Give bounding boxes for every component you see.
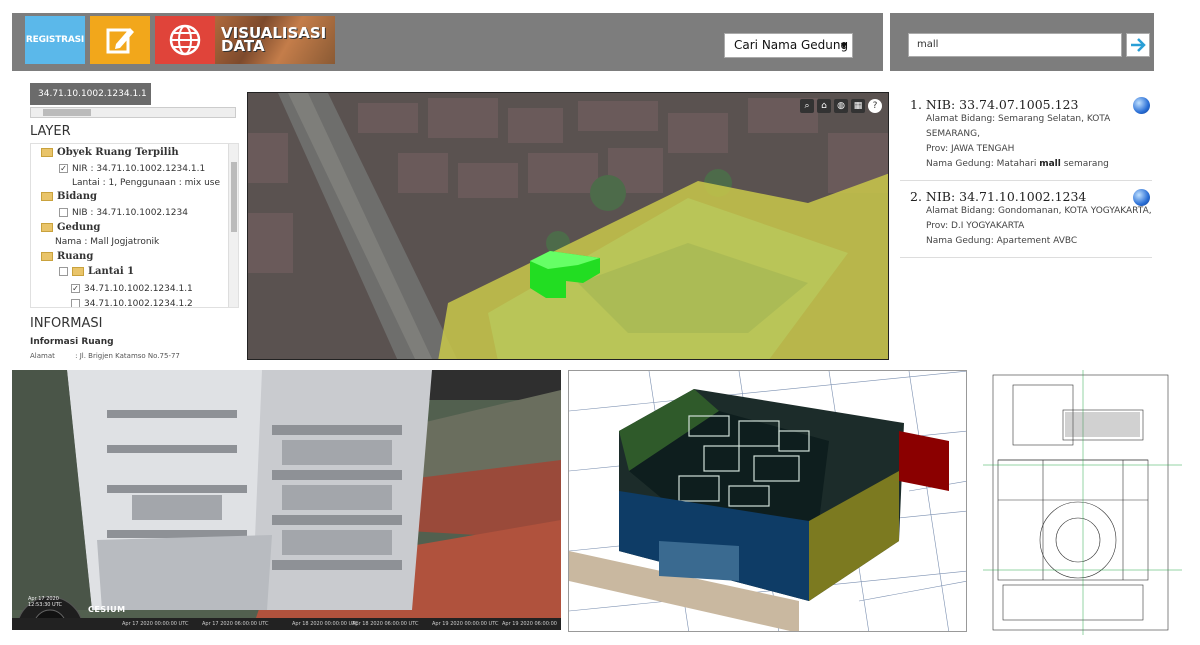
result-nib[interactable]: 2. NIB: 34.71.10.1002.1234 <box>910 189 1152 204</box>
tree-node-obyek[interactable]: Obyek Ruang Terpilih <box>41 147 179 158</box>
chevron-down-icon: ▼ <box>840 41 847 50</box>
folder-icon <box>72 267 84 276</box>
cesium-clock-date: Apr 17 2020 12:53:30 UTC <box>28 596 62 608</box>
search-bar: mall <box>890 13 1154 71</box>
result-alamat: Alamat Bidang: Gondomanan, KOTA YOGYAKAR… <box>926 206 1152 216</box>
result-item[interactable]: 1. NIB: 33.74.07.1005.123 Alamat Bidang:… <box>900 95 1152 181</box>
layer-tree: Obyek Ruang Terpilih ✓ NIR : 34.71.10.100… <box>30 143 239 308</box>
result-gedung: Nama Gedung: Matahari mall semarang <box>926 159 1109 169</box>
visualisasi-data-button[interactable]: VISUALISASI DATA <box>215 16 335 64</box>
edit-button[interactable] <box>90 16 150 64</box>
globe-button[interactable] <box>155 16 215 64</box>
registrasi-button[interactable]: REGISTRASI <box>25 16 85 64</box>
tree-leaf-ruang-2[interactable]: 34.71.10.1002.1234.1.2 <box>71 299 193 307</box>
result-item[interactable]: 2. NIB: 34.71.10.1002.1234 Alamat Bidang… <box>900 187 1152 258</box>
help-icon[interactable]: ? <box>868 99 882 113</box>
search-submit-button[interactable] <box>1126 33 1150 57</box>
top-toolbar: REGISTRASI VISUALISASI DATA Cari Nama Ge… <box>12 13 883 71</box>
tree-node-ruang[interactable]: Ruang <box>41 251 93 262</box>
informasi-alamat-row: Alamat : Jl. Brigjen Katamso No.75-77 <box>30 352 180 360</box>
result-gedung: Nama Gedung: Apartement AVBC <box>926 236 1078 246</box>
scrollbar-thumb[interactable] <box>43 109 91 116</box>
building-model-image <box>12 370 561 630</box>
folder-icon <box>41 252 53 261</box>
folder-icon <box>41 223 53 232</box>
layer-heading: LAYER <box>30 124 71 139</box>
google-earth-icon[interactable] <box>1133 189 1150 206</box>
tree-node-lantai[interactable]: Lantai 1 <box>59 266 134 277</box>
informasi-ruang-subheading: Informasi Ruang <box>30 337 114 347</box>
informasi-heading: INFORMASI <box>30 316 103 331</box>
checkbox[interactable] <box>59 267 68 276</box>
satellite-map-image <box>248 93 888 359</box>
tree-leaf-ruang-1[interactable]: ✓ 34.71.10.1002.1234.1.1 <box>71 284 193 294</box>
checkbox[interactable] <box>71 299 80 307</box>
zoom-icon[interactable]: ⌕ <box>800 99 814 113</box>
cesium-3d-building-viewer[interactable]: Apr 17 2020 12:53:30 UTC CESIUM Apr 17 2… <box>12 370 561 630</box>
tree-leaf-bidang-nib[interactable]: NIB : 34.71.10.1002.1234 <box>59 208 188 218</box>
tree-leaf-gedung-nama: Nama : Mall Jogjatronik <box>55 237 160 247</box>
layers-icon[interactable]: ▦ <box>851 99 865 113</box>
tree-leaf-obyek-detail: Lantai : 1, Penggunaan : mix use <box>72 178 221 188</box>
vertical-scrollbar[interactable] <box>228 144 238 307</box>
cad-3d-model-image <box>569 371 966 631</box>
cesium-timeline[interactable]: Apr 17 2020 00:00:00 UTC Apr 17 2020 06:… <box>12 618 561 630</box>
checkbox[interactable] <box>59 208 68 217</box>
cesium-logo: CESIUM <box>88 605 126 614</box>
tree-node-bidang[interactable]: Bidang <box>41 191 97 202</box>
map-3d-viewer[interactable]: ⌕ ⌂ ◍ ▦ ? <box>247 92 889 360</box>
floor-plan-image <box>983 370 1182 635</box>
result-prov: Prov: D.I YOGYAKARTA <box>926 221 1025 231</box>
search-type-value: Cari Nama Gedung <box>734 38 849 52</box>
cad-3d-model-view[interactable] <box>568 370 967 632</box>
cad-floor-plan-view[interactable] <box>983 370 1182 635</box>
search-input[interactable]: mall <box>908 33 1122 57</box>
tree-node-gedung[interactable]: Gedung <box>41 222 100 233</box>
folder-icon <box>41 192 53 201</box>
search-type-select[interactable]: Cari Nama Gedung ▼ <box>724 33 853 58</box>
alamat-label: Alamat <box>30 352 55 360</box>
scrollbar-thumb[interactable] <box>231 162 237 232</box>
globe-icon <box>169 24 201 56</box>
alamat-value: : Jl. Brigjen Katamso No.75-77 <box>75 352 180 360</box>
horizontal-scrollbar[interactable] <box>30 107 236 118</box>
result-alamat: Alamat Bidang: Semarang Selatan, KOTA SE… <box>926 114 1111 139</box>
google-earth-icon[interactable] <box>1133 97 1150 114</box>
map-toolbar: ⌕ ⌂ ◍ ▦ ? <box>800 99 882 113</box>
tree-leaf-obyek-nir[interactable]: ✓ NIR : 34.71.10.1002.1234.1.1 <box>59 164 205 174</box>
folder-icon <box>41 148 53 157</box>
edit-icon <box>106 28 134 54</box>
globe-view-icon[interactable]: ◍ <box>834 99 848 113</box>
arrow-right-icon <box>1131 38 1146 52</box>
tab-selected-object[interactable]: 34.71.10.1002.1234.1.1 <box>30 83 151 105</box>
checkbox-checked[interactable]: ✓ <box>71 284 80 293</box>
result-prov: Prov: JAWA TENGAH <box>926 144 1015 154</box>
checkbox-checked[interactable]: ✓ <box>59 164 68 173</box>
search-results-list: 1. NIB: 33.74.07.1005.123 Alamat Bidang:… <box>900 95 1152 264</box>
result-nib[interactable]: 1. NIB: 33.74.07.1005.123 <box>910 97 1152 112</box>
home-icon[interactable]: ⌂ <box>817 99 831 113</box>
